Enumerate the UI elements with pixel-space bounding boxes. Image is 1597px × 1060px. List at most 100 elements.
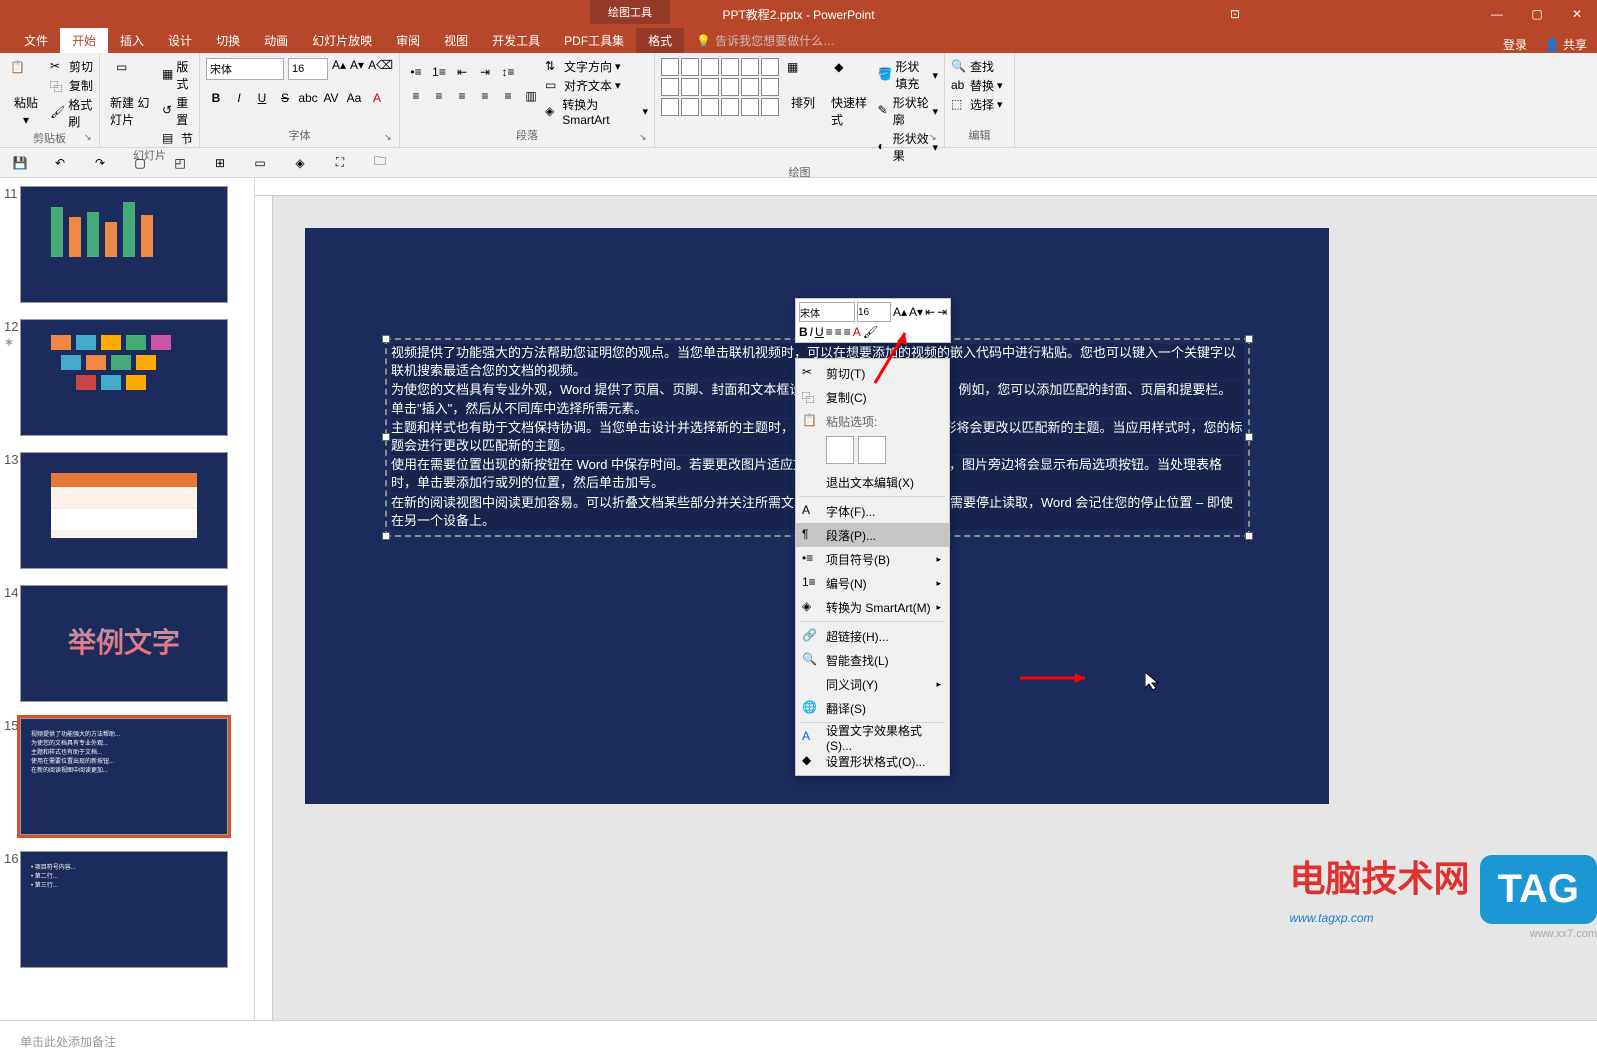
share-button[interactable]: 👤 共享	[1545, 36, 1587, 53]
tab-file[interactable]: 文件	[12, 28, 60, 53]
close-icon[interactable]: ✕	[1557, 0, 1597, 28]
decrease-font-icon[interactable]: A▾	[350, 58, 364, 80]
mini-indent-dec-icon[interactable]: ⇤	[925, 305, 935, 319]
distribute-button[interactable]: ≡	[498, 86, 518, 106]
find-button[interactable]: 🔍查找	[951, 58, 1003, 75]
shapes-gallery[interactable]	[661, 58, 779, 116]
section-button[interactable]: ▤节	[162, 130, 193, 147]
mini-indent-inc-icon[interactable]: ⇥	[937, 305, 947, 319]
mini-dec-font-icon[interactable]: A▾	[909, 305, 923, 319]
paragraph-launcher[interactable]: ↘	[639, 132, 651, 144]
qat-icon-6[interactable]: ⊞	[210, 153, 230, 173]
mini-italic-button[interactable]: I	[810, 325, 813, 339]
save-button[interactable]: 💾	[10, 153, 30, 173]
mini-align-right-icon[interactable]: ≡	[844, 325, 851, 339]
thumb-16[interactable]: 16• 项目符号内容...• 第二行...• 第三行...	[0, 843, 254, 976]
ctx-bullets[interactable]: •≡项目符号(B)▸	[796, 547, 949, 571]
cut-button[interactable]: ✂剪切	[50, 58, 93, 75]
ctx-exit-text-edit[interactable]: 退出文本编辑(X)	[796, 470, 949, 494]
mini-size-select[interactable]	[857, 302, 891, 322]
replace-button[interactable]: ab替换▾	[951, 77, 1003, 94]
qat-icon-8[interactable]: ◈	[290, 153, 310, 173]
resize-handle-sw[interactable]	[382, 532, 390, 540]
new-slide-button[interactable]: ▭新建 幻灯片	[106, 58, 158, 130]
ctx-numbering[interactable]: 1≡编号(N)▸	[796, 571, 949, 595]
maximize-icon[interactable]: ▢	[1517, 0, 1557, 28]
columns-button[interactable]: ▥	[521, 86, 541, 106]
ctx-smart-lookup[interactable]: 🔍智能查找(L)	[796, 648, 949, 672]
indent-inc-button[interactable]: ⇥	[475, 62, 495, 82]
ctx-paste-keep-source[interactable]	[826, 436, 854, 464]
align-right-button[interactable]: ≡	[452, 86, 472, 106]
mini-toolbar[interactable]: A▴ A▾ ⇤ ⇥ B I U ≡ ≡ ≡ A 🖌	[795, 298, 951, 343]
tab-animations[interactable]: 动画	[252, 28, 300, 53]
ribbon-display-icon[interactable]: ⊡	[1230, 7, 1240, 21]
case-button[interactable]: Aa	[344, 88, 364, 108]
convert-smartart-button[interactable]: ◈转换为 SmartArt▾	[545, 96, 648, 127]
font-name-select[interactable]	[206, 58, 284, 80]
thumb-13[interactable]: 13	[0, 444, 254, 577]
qat-icon-7[interactable]: ▭	[250, 153, 270, 173]
tab-insert[interactable]: 插入	[108, 28, 156, 53]
tell-me-search[interactable]: 💡告诉我您想要做什么…	[684, 28, 847, 53]
copy-button[interactable]: ⿻复制	[50, 77, 93, 94]
resize-handle-se[interactable]	[1245, 532, 1253, 540]
mini-underline-button[interactable]: U	[815, 325, 824, 339]
line-spacing-button[interactable]: ↕≡	[498, 62, 518, 82]
tab-transitions[interactable]: 切换	[204, 28, 252, 53]
shape-outline-button[interactable]: ✎形状轮廓▾	[877, 94, 938, 128]
reset-button[interactable]: ↺重置	[162, 94, 193, 128]
thumb-12[interactable]: 12∗	[0, 311, 254, 444]
resize-handle-e[interactable]	[1245, 433, 1253, 441]
tab-design[interactable]: 设计	[156, 28, 204, 53]
align-text-button[interactable]: ▭对齐文本▾	[545, 77, 648, 94]
tab-view[interactable]: 视图	[432, 28, 480, 53]
clear-format-icon[interactable]: A⌫	[368, 58, 393, 80]
tab-review[interactable]: 审阅	[384, 28, 432, 53]
ctx-smartart[interactable]: ◈转换为 SmartArt(M)▸	[796, 595, 949, 619]
numbering-button[interactable]: 1≡	[429, 62, 449, 82]
undo-button[interactable]: ↶	[50, 153, 70, 173]
layout-button[interactable]: ▦版式	[162, 58, 193, 92]
tab-format[interactable]: 格式	[636, 28, 684, 53]
underline-button[interactable]: U	[252, 88, 272, 108]
ctx-cut[interactable]: ✂剪切(T)	[796, 361, 949, 385]
shape-fill-button[interactable]: 🪣形状填充▾	[877, 58, 938, 92]
shadow-button[interactable]: abc	[298, 88, 318, 108]
resize-handle-w[interactable]	[382, 433, 390, 441]
mini-format-painter-icon[interactable]: 🖌	[863, 325, 878, 339]
drawing-launcher[interactable]: ↘	[929, 132, 941, 144]
text-direction-button[interactable]: ⇅文字方向▾	[545, 58, 648, 75]
align-center-button[interactable]: ≡	[429, 86, 449, 106]
qat-icon-10[interactable]: 🗀	[370, 153, 390, 173]
select-button[interactable]: ⬚选择▾	[951, 96, 1003, 113]
ctx-paragraph[interactable]: ¶段落(P)...	[796, 523, 949, 547]
increase-font-icon[interactable]: A▴	[332, 58, 346, 80]
clipboard-launcher[interactable]: ↘	[84, 132, 96, 144]
mini-align-center-icon[interactable]: ≡	[835, 325, 842, 339]
resize-handle-ne[interactable]	[1245, 335, 1253, 343]
mini-inc-font-icon[interactable]: A▴	[893, 305, 907, 319]
mini-align-left-icon[interactable]: ≡	[826, 325, 833, 339]
qat-icon-9[interactable]: ⛶	[330, 153, 350, 173]
mini-font-select[interactable]	[799, 302, 855, 322]
indent-dec-button[interactable]: ⇤	[452, 62, 472, 82]
signin-link[interactable]: 登录	[1503, 36, 1527, 53]
ctx-synonyms[interactable]: 同义词(Y)▸	[796, 672, 949, 696]
strike-button[interactable]: S	[275, 88, 295, 108]
italic-button[interactable]: I	[229, 88, 249, 108]
arrange-button[interactable]: ▦排列	[783, 58, 823, 113]
mini-font-color-icon[interactable]: A	[853, 325, 861, 339]
mini-bold-button[interactable]: B	[799, 325, 808, 339]
tab-pdf[interactable]: PDF工具集	[552, 28, 636, 53]
bullets-button[interactable]: •≡	[406, 62, 426, 82]
bold-button[interactable]: B	[206, 88, 226, 108]
ctx-shape-format[interactable]: ◆设置形状格式(O)...	[796, 749, 949, 773]
align-left-button[interactable]: ≡	[406, 86, 426, 106]
paste-button[interactable]: 📋粘贴▾	[6, 58, 46, 129]
font-launcher[interactable]: ↘	[384, 132, 396, 144]
justify-button[interactable]: ≡	[475, 86, 495, 106]
thumb-11[interactable]: 11	[0, 178, 254, 311]
notes-pane[interactable]: 单击此处添加备注	[0, 1020, 1597, 1060]
spacing-button[interactable]: AV	[321, 88, 341, 108]
